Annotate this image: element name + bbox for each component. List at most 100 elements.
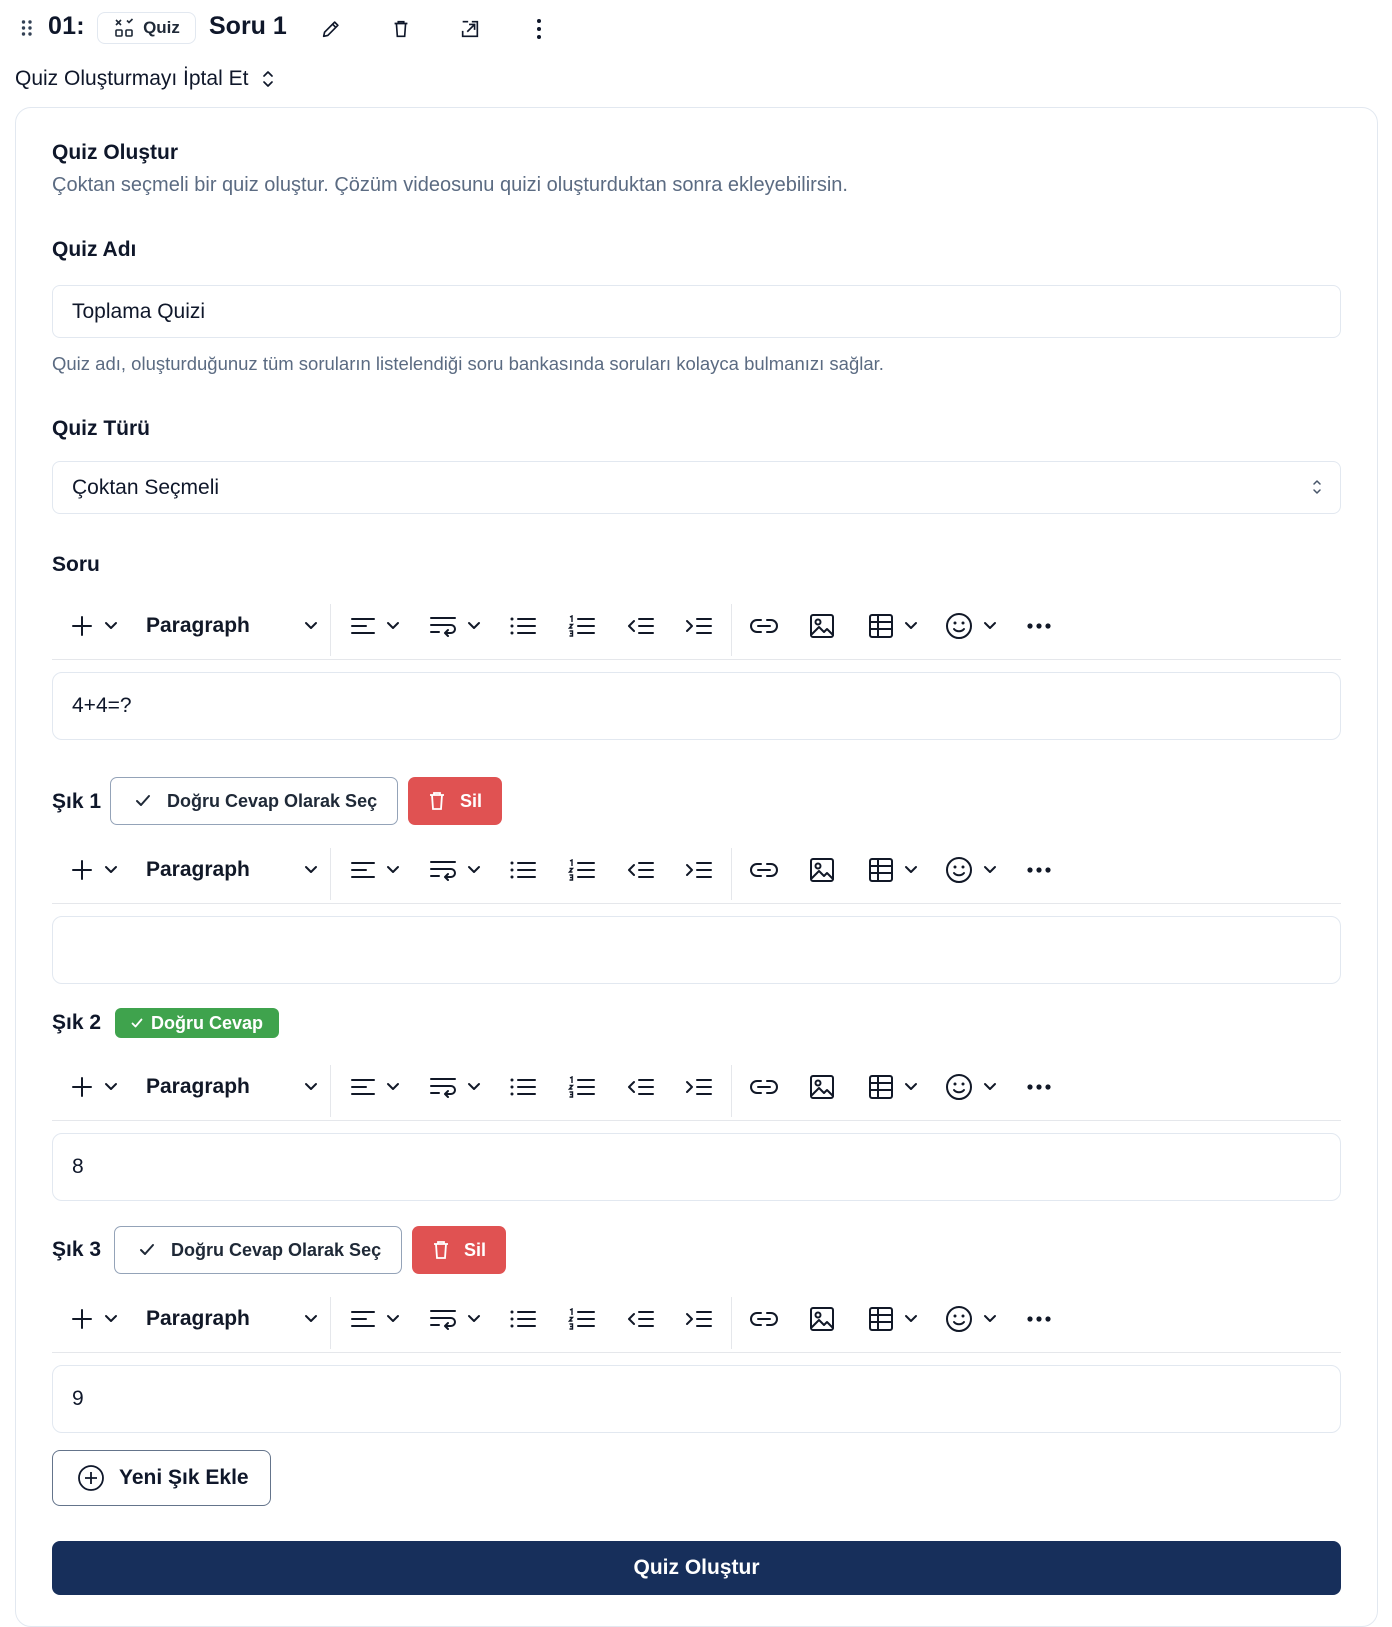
outdent-button[interactable]	[627, 1053, 655, 1121]
indent-button[interactable]	[685, 592, 713, 660]
indent-icon	[685, 859, 713, 881]
link-button[interactable]	[749, 836, 779, 904]
option-editor[interactable]: 9	[52, 1365, 1341, 1433]
delete-option-label: Sil	[459, 790, 482, 811]
emoji-icon	[945, 1073, 973, 1101]
image-icon	[809, 613, 835, 639]
add-option-button[interactable]: Yeni Şık Ekle	[52, 1450, 271, 1506]
paragraph-label: Paragraph	[146, 858, 250, 881]
indent-button[interactable]	[685, 1285, 713, 1353]
question-label: Soru	[52, 553, 100, 576]
trash-icon[interactable]	[388, 16, 414, 42]
numbered-list-button[interactable]	[568, 592, 596, 660]
plus-icon	[70, 614, 94, 638]
indent-button[interactable]	[685, 1053, 713, 1121]
link-icon	[749, 616, 779, 636]
align-button[interactable]	[350, 1053, 400, 1121]
chevron-down-icon	[104, 1082, 118, 1092]
insert-block-button[interactable]	[70, 1285, 118, 1353]
chevron-down-icon	[304, 865, 318, 875]
link-button[interactable]	[749, 1285, 779, 1353]
link-button[interactable]	[749, 1053, 779, 1121]
outdent-button[interactable]	[627, 592, 655, 660]
mark-correct-button[interactable]: Doğru Cevap Olarak Seç	[114, 1226, 403, 1274]
quiz-name-label: Quiz Adı	[52, 238, 137, 261]
more-horizontal-icon	[1026, 866, 1052, 874]
table-button[interactable]	[868, 592, 918, 660]
align-button[interactable]	[350, 1285, 400, 1353]
align-button[interactable]	[350, 836, 400, 904]
link-icon	[749, 1077, 779, 1097]
insert-block-button[interactable]	[70, 836, 118, 904]
outdent-icon	[627, 1076, 655, 1098]
delete-option-button[interactable]: Sil	[408, 777, 502, 825]
bullet-list-button[interactable]	[509, 1285, 537, 1353]
bullet-list-icon	[509, 859, 537, 881]
image-button[interactable]	[809, 836, 835, 904]
cancel-quiz-label: Quiz Oluşturmayı İptal Et	[15, 67, 249, 90]
option-editor[interactable]	[52, 916, 1341, 984]
wrap-button[interactable]	[429, 1285, 481, 1353]
more-button[interactable]	[1026, 592, 1052, 660]
image-icon	[809, 857, 835, 883]
emoji-button[interactable]	[945, 1053, 997, 1121]
image-button[interactable]	[809, 592, 835, 660]
numbered-list-icon	[568, 615, 596, 637]
wrap-button[interactable]	[429, 592, 481, 660]
numbered-list-button[interactable]	[568, 836, 596, 904]
indent-button[interactable]	[685, 836, 713, 904]
numbered-list-button[interactable]	[568, 1285, 596, 1353]
more-button[interactable]	[1026, 1053, 1052, 1121]
image-button[interactable]	[809, 1053, 835, 1121]
quiz-type-select[interactable]: Çoktan Seçmeli	[52, 461, 1341, 514]
indent-icon	[685, 1076, 713, 1098]
outdent-button[interactable]	[627, 1285, 655, 1353]
pencil-icon[interactable]	[318, 16, 344, 42]
table-button[interactable]	[868, 1285, 918, 1353]
image-button[interactable]	[809, 1285, 835, 1353]
table-button[interactable]	[868, 836, 918, 904]
insert-block-button[interactable]	[70, 1053, 118, 1121]
quiz-type-label: Quiz Türü	[52, 417, 150, 440]
wrap-button[interactable]	[429, 836, 481, 904]
chevron-up-down-icon	[262, 70, 274, 88]
more-button[interactable]	[1026, 1285, 1052, 1353]
quiz-name-input[interactable]: Toplama Quizi	[52, 285, 1341, 338]
paragraph-select[interactable]: Paragraph	[146, 836, 318, 904]
table-button[interactable]	[868, 1053, 918, 1121]
chevron-down-icon	[386, 1314, 400, 1324]
cancel-quiz-toggle[interactable]: Quiz Oluşturmayı İptal Et	[15, 64, 274, 94]
chevron-down-icon	[104, 865, 118, 875]
paragraph-select[interactable]: Paragraph	[146, 1285, 318, 1353]
bullet-list-button[interactable]	[509, 1053, 537, 1121]
paragraph-select[interactable]: Paragraph	[146, 592, 318, 660]
question-editor[interactable]: 4+4=?	[52, 672, 1341, 740]
numbered-list-button[interactable]	[568, 1053, 596, 1121]
chevron-down-icon	[904, 1314, 918, 1324]
bullet-list-button[interactable]	[509, 836, 537, 904]
emoji-button[interactable]	[945, 1285, 997, 1353]
delete-option-button[interactable]: Sil	[412, 1226, 506, 1274]
emoji-button[interactable]	[945, 592, 997, 660]
open-external-icon[interactable]	[457, 16, 483, 42]
chevron-down-icon	[304, 1082, 318, 1092]
bullet-list-button[interactable]	[509, 592, 537, 660]
toolbar-divider	[731, 604, 732, 656]
outdent-button[interactable]	[627, 836, 655, 904]
chevron-down-icon	[467, 1082, 481, 1092]
paragraph-select[interactable]: Paragraph	[146, 1053, 318, 1121]
more-vertical-icon[interactable]	[526, 16, 552, 42]
drag-handle-icon[interactable]	[20, 18, 34, 38]
option-editor[interactable]: 8	[52, 1133, 1341, 1201]
align-button[interactable]	[350, 592, 400, 660]
toolbar-divider	[330, 604, 331, 656]
link-button[interactable]	[749, 592, 779, 660]
add-option-label: Yeni Şık Ekle	[119, 1466, 249, 1489]
insert-block-button[interactable]	[70, 592, 118, 660]
emoji-button[interactable]	[945, 836, 997, 904]
wrap-button[interactable]	[429, 1053, 481, 1121]
more-button[interactable]	[1026, 836, 1052, 904]
table-icon	[868, 1306, 894, 1332]
mark-correct-button[interactable]: Doğru Cevap Olarak Seç	[110, 777, 399, 825]
create-quiz-button[interactable]: Quiz Oluştur	[52, 1541, 1341, 1595]
